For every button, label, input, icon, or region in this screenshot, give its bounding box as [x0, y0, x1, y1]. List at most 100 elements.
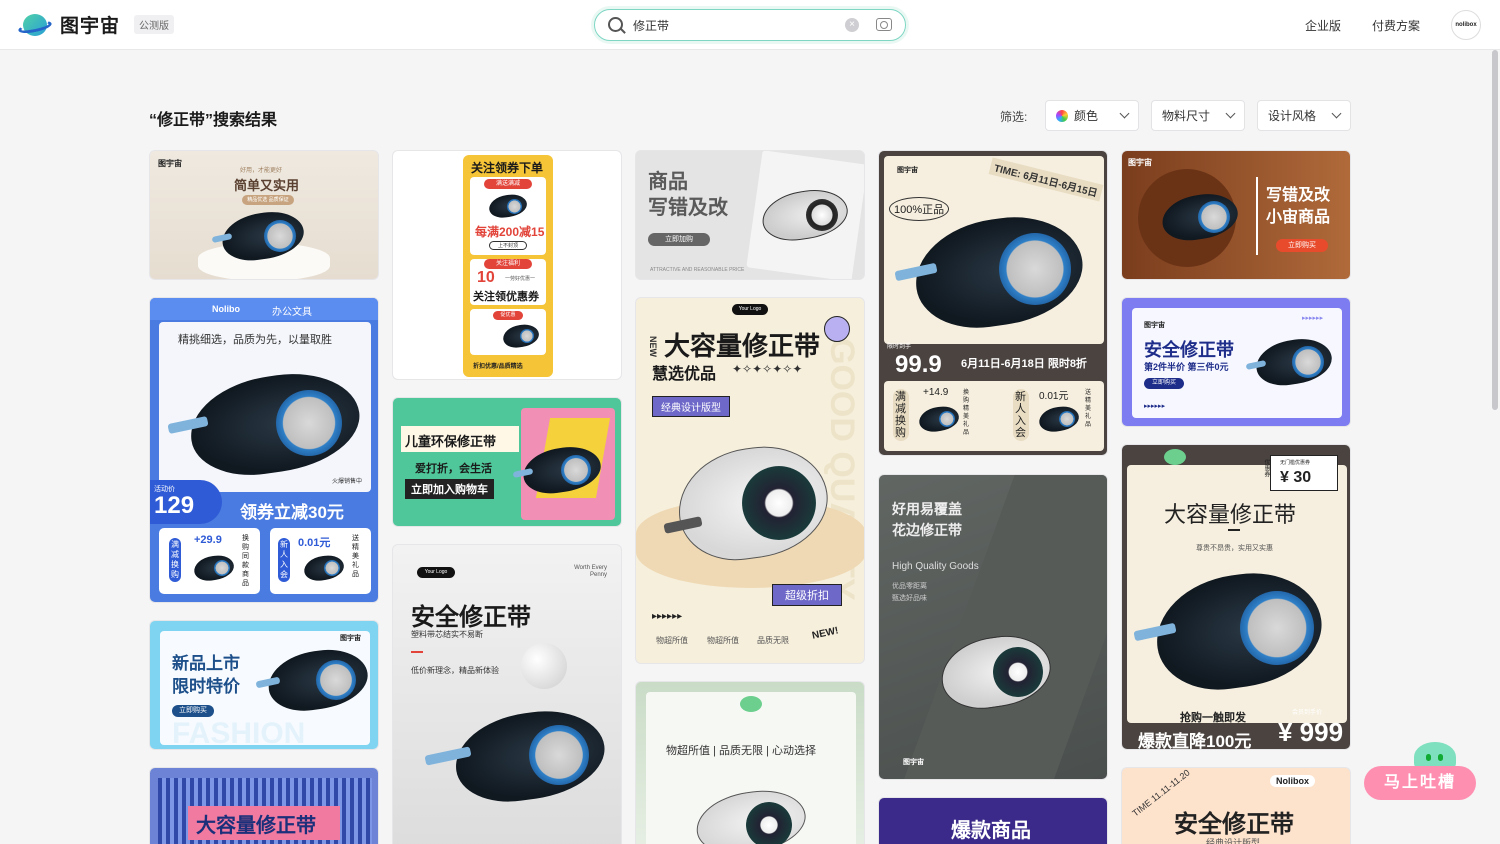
color-filter-dropdown[interactable]: 颜色	[1045, 100, 1139, 131]
style-filter-label: 设计风格	[1268, 109, 1317, 123]
coupon-label: 领券立减30元	[240, 503, 344, 522]
template-card[interactable]: Nolibo 办公文具 精挑细选，品质为先，以量取胜 活动价 129 火爆销售中…	[149, 297, 379, 603]
card-title: 安全修正带	[1144, 340, 1234, 360]
brand-label: 图宇宙	[903, 759, 924, 766]
template-card[interactable]: 图宇宙 好用，才能更好 简单又实用 精品优选 品质保证	[149, 150, 379, 280]
your-logo-label: Your Logo	[417, 567, 455, 578]
card-footer: ATTRACTIVE AND REASONABLE PRICE	[650, 267, 745, 273]
badge-promo: 促优惠	[493, 311, 523, 320]
member-tag: 新人入会	[278, 538, 290, 582]
coupon-sub: 无门槛优惠券	[1280, 460, 1311, 466]
template-card[interactable]: TIME 11.11-11.20 Nolibox 安全修正带 经典设计版型	[1121, 767, 1351, 844]
card-title-line2: 花边修正带	[892, 522, 962, 538]
template-card[interactable]: 图宇宙 新品上市 限时特价 立即购买 FASHION	[149, 620, 379, 750]
pricing-link[interactable]: 付费方案	[1372, 17, 1420, 34]
card-title: 简单又实用	[234, 178, 300, 193]
size-filter-dropdown[interactable]: 物料尺寸	[1151, 100, 1245, 131]
template-card[interactable]: GOOD QUALITY Your Logo NEW 大容量修正带 慧选优品 ✦…	[635, 297, 865, 664]
camera-icon[interactable]	[876, 18, 892, 31]
corner-slogan: Worth Every Penny	[574, 565, 607, 578]
search-input[interactable]	[633, 15, 833, 35]
template-card[interactable]: 商品 写错及改 立即加购 ATTRACTIVE AND REASONABLE P…	[635, 150, 865, 280]
brand-label: 图宇宙	[158, 159, 182, 168]
your-logo-label: Your Logo	[732, 304, 768, 315]
card-subtitle: 第2件半价 第三件0元	[1144, 362, 1229, 372]
card-subtitle: 塑料带芯结实不易断	[411, 630, 483, 639]
template-card[interactable]: 爆款商品	[878, 797, 1108, 844]
template-card[interactable]: 图宇宙 TIME: 6月11日-6月15日 100%正品 限时到手 99.9 6…	[878, 150, 1108, 456]
feedback-widget[interactable]: 马上吐槽	[1364, 742, 1476, 800]
exchange-desc: 换购同款商品	[242, 535, 249, 587]
watermark-text: FASHION	[172, 717, 306, 750]
member-tag: 新人入会	[1013, 389, 1029, 441]
brand-label: 图宇宙	[340, 635, 361, 642]
planet-logo-icon	[17, 12, 53, 38]
style-filter-dropdown[interactable]: 设计风格	[1257, 100, 1351, 131]
hot-label: 火爆销售中	[332, 479, 363, 485]
brand-label: 图宇宙	[1128, 158, 1152, 167]
buy-now-button[interactable]: 立即购买	[1144, 378, 1184, 389]
search-icon[interactable]	[608, 17, 623, 32]
add-to-cart-button[interactable]: 立即加购	[648, 233, 710, 246]
color-filter-label: 颜色	[1074, 109, 1099, 123]
template-card[interactable]: 图宇宙 ▸▸▸▸▸▸ 安全修正带 第2件半价 第三件0元 立即购买 ▸▸▸▸▸▸	[1121, 297, 1351, 427]
filter-label: 筛选:	[1000, 110, 1028, 124]
card-slogan: 物超所值 | 品质无限 | 心动选择	[666, 745, 816, 757]
correction-tape-image	[487, 192, 529, 220]
no-cap-tag: 上不封顶	[489, 241, 527, 250]
template-card[interactable]: 图宇宙 写错及改 小宙商品 立即购买	[1121, 150, 1351, 280]
correction-tape-image	[211, 207, 307, 265]
chevron-down-icon	[1225, 108, 1236, 119]
coupon-sub: 一劳好优惠一	[505, 276, 536, 282]
exchange-price: +29.9	[194, 534, 222, 546]
chevron-down-icon	[1119, 108, 1130, 119]
coupon-value: 10	[477, 269, 495, 286]
coupon-label: 关注领优惠券	[473, 291, 539, 303]
template-card[interactable]: 大容量修正带	[149, 767, 379, 844]
card-title: 大容量修正带	[664, 331, 821, 361]
template-card[interactable]: 儿童环保修正带 爱打折，会生活 立即加入购物车	[392, 397, 622, 527]
clear-icon[interactable]: ×	[845, 18, 859, 32]
card-subtitle: 慧选优品	[652, 366, 717, 383]
card-title: 安全修正带	[411, 604, 531, 631]
member-desc: 送精美礼品	[352, 535, 359, 578]
logo[interactable]: 图宇宙 公测版	[17, 11, 175, 38]
brand-label: Nolibo	[212, 304, 240, 314]
card-subtitle: 精挑细选，品质为先，以量取胜	[178, 334, 332, 346]
search-box[interactable]: ×	[594, 9, 906, 41]
template-card[interactable]: 物超所值 | 品质无限 | 心动选择	[635, 681, 865, 844]
member-price: 0.01元	[298, 537, 331, 549]
price: 99.9	[895, 351, 942, 378]
card-title-line1: 写错及改	[1266, 187, 1331, 204]
template-card[interactable]: Your Logo Worth Every Penny 安全修正带 塑料带芯结实…	[392, 544, 622, 844]
add-to-cart-button[interactable]: 立即加入购物车	[405, 479, 494, 499]
feature-3: 品质无限	[757, 636, 789, 645]
card-subtitle: 爱打折，会生活	[415, 463, 492, 475]
card-title-line1: 好用易覆盖	[892, 501, 962, 517]
correction-tape-image	[192, 553, 236, 583]
template-card[interactable]: 优惠券 无门槛优惠券 ¥ 30 大容量修正带 尊贵不昂贵，实用又实惠 抢购一触即…	[1121, 444, 1351, 750]
logo-text: 图宇宙	[60, 16, 121, 37]
avatar[interactable]: nolibox	[1451, 10, 1481, 40]
exchange-tag: 满减换购	[169, 538, 181, 582]
correction-tape-image	[255, 644, 372, 716]
price: ¥ 999	[1278, 717, 1344, 747]
feedback-button[interactable]: 马上吐槽	[1364, 766, 1476, 800]
page-scrollbar[interactable]	[1492, 50, 1498, 410]
new-label: NEW!	[811, 625, 840, 642]
correction-tape-image	[759, 185, 851, 245]
enterprise-link[interactable]: 企业版	[1305, 17, 1341, 34]
template-card[interactable]: 好用易覆盖 花边修正带 High Quality Goods 优品零距离 甄选好…	[878, 474, 1108, 780]
design-tag: 经典设计版型	[652, 396, 730, 417]
correction-tape-image	[1133, 563, 1329, 699]
brand-label: 图宇宙	[897, 167, 918, 174]
buy-now-button[interactable]: 立即购买	[1276, 239, 1328, 252]
card-subtitle: 尊贵不昂贵，实用又实惠	[1196, 545, 1273, 552]
template-card[interactable]: 关注领券下单 满送满减 每满200减15 上不封顶 关注福利 10 一劳好优惠一…	[392, 150, 622, 380]
card-title: 大容量修正带	[196, 815, 316, 837]
exchange-desc: 换购精美礼品	[963, 390, 970, 436]
results-title: “修正带”搜索结果	[149, 112, 278, 129]
buy-now-button[interactable]: 立即购买	[172, 705, 214, 717]
coupon-price: ¥ 30	[1280, 469, 1312, 486]
correction-tape-image	[302, 553, 346, 583]
